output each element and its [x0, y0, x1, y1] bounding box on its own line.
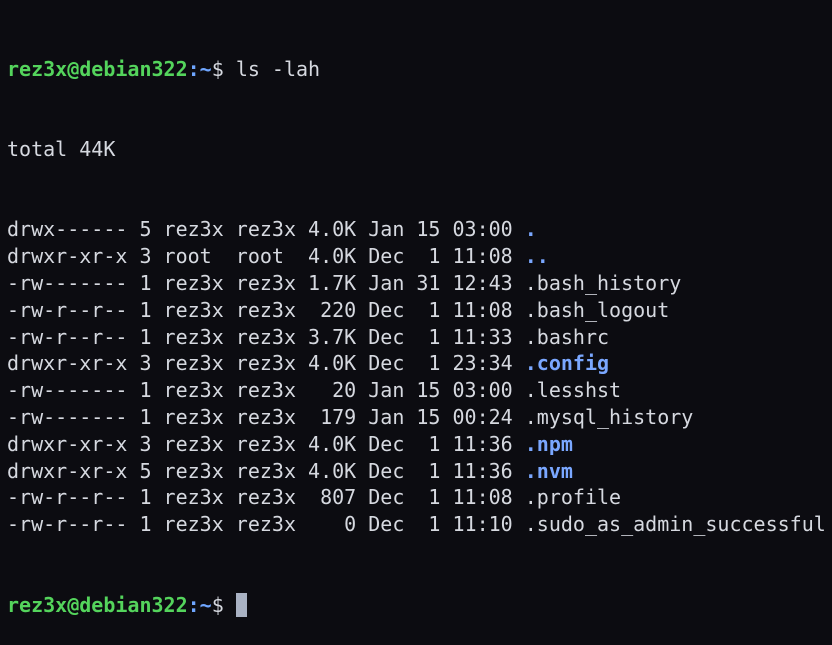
command-line: rez3x@debian322:~$ ls -lah — [7, 56, 832, 83]
directory-name: .nvm — [524, 458, 573, 483]
listing-row: -rw------- 1 rez3x rez3x 1.7K Jan 31 12:… — [7, 270, 832, 297]
listing-row: drwxr-xr-x 3 rez3x rez3x 4.0K Dec 1 23:3… — [7, 350, 832, 377]
entry-metadata: -rw-r--r-- 1 rez3x rez3x 220 Dec 1 11:08 — [7, 297, 525, 322]
listing-row: drwxr-xr-x 5 rez3x rez3x 4.0K Dec 1 11:3… — [7, 458, 832, 485]
entry-metadata: drwxr-xr-x 3 rez3x rez3x 4.0K Dec 1 11:3… — [7, 431, 525, 456]
file-name: .lesshst — [524, 378, 622, 403]
file-name: .mysql_history — [524, 404, 694, 429]
prompt-symbol: $ — [211, 592, 236, 617]
file-name: .sudo_as_admin_successful — [524, 512, 826, 537]
active-prompt-line[interactable]: rez3x@debian322:~$ — [7, 592, 832, 619]
directory-listing: drwx------ 5 rez3x rez3x 4.0K Jan 15 03:… — [7, 216, 832, 538]
entry-metadata: -rw------- 1 rez3x rez3x 179 Jan 15 00:2… — [7, 404, 525, 429]
listing-row: -rw-r--r-- 1 rez3x rez3x 0 Dec 1 11:10 .… — [7, 511, 832, 538]
entry-metadata: -rw-r--r-- 1 rez3x rez3x 807 Dec 1 11:08 — [7, 485, 525, 510]
prompt-separator: : — [187, 592, 200, 617]
file-name: .bash_logout — [524, 297, 670, 322]
command-text: ls -lah — [235, 56, 321, 81]
prompt-user-host: rez3x@debian322 — [7, 592, 188, 617]
entry-metadata: drwx------ 5 rez3x rez3x 4.0K Jan 15 03:… — [7, 217, 525, 242]
entry-metadata: drwxr-xr-x 3 root root 4.0K Dec 1 11:08 — [7, 244, 525, 269]
listing-row: -rw-r--r-- 1 rez3x rez3x 220 Dec 1 11:08… — [7, 297, 832, 324]
prompt-separator: : — [187, 56, 200, 81]
directory-name: .npm — [524, 431, 573, 456]
listing-row: drwx------ 5 rez3x rez3x 4.0K Jan 15 03:… — [7, 216, 832, 243]
prompt-user-host: rez3x@debian322 — [7, 56, 188, 81]
file-name: .bashrc — [524, 324, 610, 349]
entry-metadata: -rw-r--r-- 1 rez3x rez3x 0 Dec 1 11:10 — [7, 512, 525, 537]
entry-metadata: drwxr-xr-x 3 rez3x rez3x 4.0K Dec 1 23:3… — [7, 351, 525, 376]
listing-row: -rw-r--r-- 1 rez3x rez3x 807 Dec 1 11:08… — [7, 484, 832, 511]
entry-metadata: -rw------- 1 rez3x rez3x 1.7K Jan 31 12:… — [7, 270, 525, 295]
prompt-symbol: $ — [211, 56, 236, 81]
directory-name: .config — [524, 351, 610, 376]
terminal-window[interactable]: rez3x@debian322:~$ ls -lah total 44K drw… — [0, 0, 832, 617]
prompt-path: ~ — [199, 592, 212, 617]
listing-row: drwxr-xr-x 3 rez3x rez3x 4.0K Dec 1 11:3… — [7, 431, 832, 458]
listing-row: -rw-r--r-- 1 rez3x rez3x 3.7K Dec 1 11:3… — [7, 324, 832, 351]
listing-row: -rw------- 1 rez3x rez3x 179 Jan 15 00:2… — [7, 404, 832, 431]
file-name: .profile — [524, 485, 622, 510]
text-cursor[interactable] — [235, 592, 247, 617]
entry-metadata: -rw------- 1 rez3x rez3x 20 Jan 15 03:00 — [7, 378, 525, 403]
prompt-path: ~ — [199, 56, 212, 81]
directory-name: .. — [524, 244, 549, 269]
directory-name: . — [524, 217, 537, 242]
file-name: .bash_history — [524, 270, 682, 295]
listing-row: drwxr-xr-x 3 root root 4.0K Dec 1 11:08 … — [7, 243, 832, 270]
entry-metadata: drwxr-xr-x 5 rez3x rez3x 4.0K Dec 1 11:3… — [7, 458, 525, 483]
entry-metadata: -rw-r--r-- 1 rez3x rez3x 3.7K Dec 1 11:3… — [7, 324, 525, 349]
total-line: total 44K — [7, 136, 116, 161]
listing-row: -rw------- 1 rez3x rez3x 20 Jan 15 03:00… — [7, 377, 832, 404]
